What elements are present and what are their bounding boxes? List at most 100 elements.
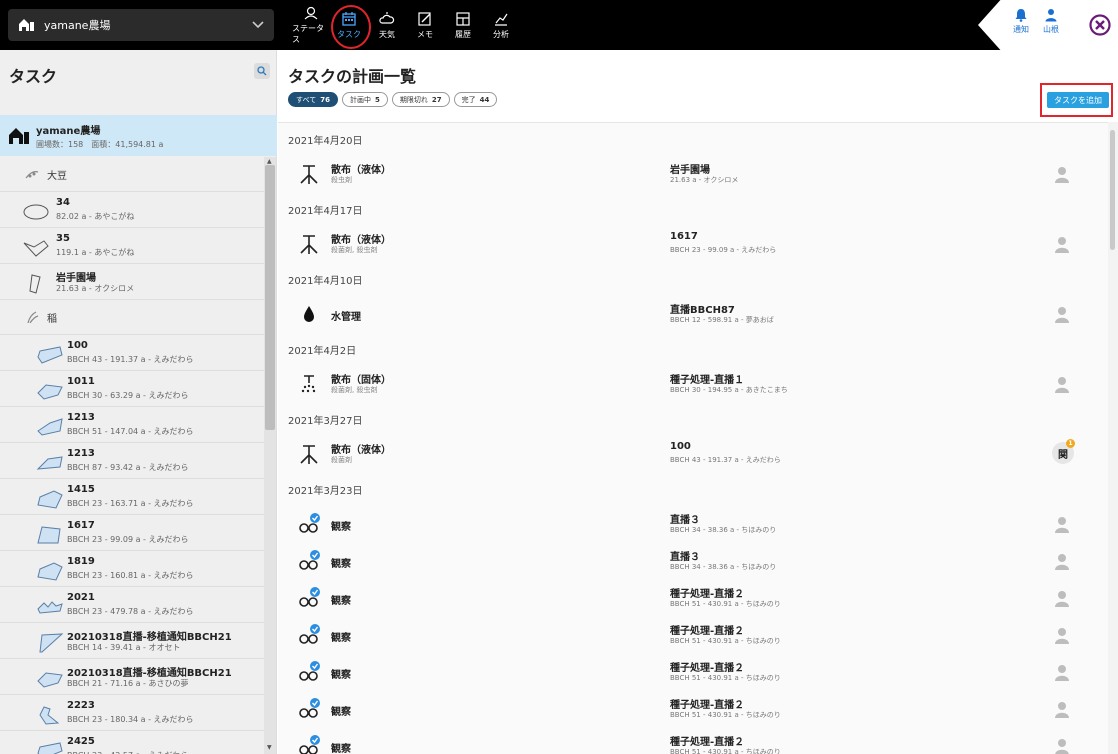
task-row[interactable]: 観察 種子処理-直播２ BBCH 51 - 430.91 a - ちほみのり: [278, 728, 1108, 754]
main-scrollbar[interactable]: [1108, 122, 1118, 754]
task-field-name: 1617: [670, 231, 698, 242]
task-row[interactable]: 散布（液体） 殺虫剤 岩手園場 21.63 a - オクシロメ: [278, 156, 1108, 193]
field-name: 1213: [67, 412, 95, 423]
nav-item-history[interactable]: 履歴: [444, 0, 482, 50]
field-list-item[interactable]: 2021 BBCH 23 - 479.78 a - えみだわら: [0, 587, 264, 623]
field-list-item[interactable]: 20210318直播-移植通知BBCH21 BBCH 21 - 71.16 a -…: [0, 659, 264, 695]
task-row[interactable]: 観察 種子処理-直播２ BBCH 51 - 430.91 a - ちほみのり: [278, 617, 1108, 654]
add-task-button[interactable]: タスクを追加: [1047, 92, 1109, 108]
nav-item-weather[interactable]: 天気: [368, 0, 406, 50]
field-name: 100: [67, 340, 88, 351]
scrollbar-thumb[interactable]: [265, 165, 275, 430]
user-menu-button[interactable]: 山根: [1036, 8, 1066, 35]
scroll-up-icon[interactable]: ▲: [267, 158, 272, 165]
farm-selector[interactable]: yamane農場: [8, 9, 274, 41]
task-name: 散布（固体）: [331, 375, 391, 386]
task-row[interactable]: 散布（液体） 殺菌剤, 殺虫剤 1617 BBCH 23 - 99.09 a - えみ…: [278, 226, 1108, 263]
field-details: BBCH 23 - 163.71 a - えみだわら: [67, 499, 194, 508]
person-icon[interactable]: [1054, 664, 1070, 682]
person-icon[interactable]: [1054, 553, 1070, 571]
task-row[interactable]: 散布（液体） 殺菌剤 100 BBCH 43 - 191.37 a - えみだわら 関 1: [278, 436, 1108, 473]
person-icon[interactable]: [1054, 590, 1070, 608]
task-row[interactable]: 観察 直播３ BBCH 34 - 38.36 a - ちほみのり: [278, 543, 1108, 580]
assignee-initial: 関: [1058, 449, 1068, 461]
person-icon[interactable]: [1054, 701, 1070, 719]
notifications-button[interactable]: 通知: [1006, 8, 1036, 35]
nav-item-task-calendar[interactable]: タスク: [330, 0, 371, 50]
field-list-item[interactable]: 34 82.02 a - あやこがね: [0, 192, 264, 228]
filter-chip[interactable]: 完了 44: [453, 92, 498, 107]
crop-name: 大豆: [47, 170, 67, 182]
field-list-item[interactable]: 1415 BBCH 23 - 163.71 a - えみだわら: [0, 479, 264, 515]
field-list-item[interactable]: 1617 BBCH 23 - 99.09 a - えみだわら: [0, 515, 264, 551]
field-shape-icon: [37, 526, 61, 544]
person-icon[interactable]: [1054, 306, 1070, 324]
field-list-item[interactable]: 20210318直播-移植通知BBCH21 BBCH 14 - 39.41 a -…: [0, 623, 264, 659]
scrollbar-thumb[interactable]: [1110, 130, 1115, 250]
field-list-item[interactable]: 1213 BBCH 51 - 147.04 a - えみだわら: [0, 407, 264, 443]
task-field-details: BBCH 34 - 38.36 a - ちほみのり: [670, 563, 777, 571]
crop-group-header[interactable]: 稲: [0, 300, 264, 335]
person-icon[interactable]: [1054, 166, 1070, 184]
person-icon[interactable]: [1054, 738, 1070, 754]
task-name: 観察: [331, 559, 351, 570]
app-logo-icon[interactable]: [1089, 14, 1111, 36]
filter-chips: すべて 76 計画中 5 期限切れ 27 完了 44: [288, 92, 498, 107]
weather-icon: [379, 11, 395, 24]
notifications-label: 通知: [1013, 25, 1029, 34]
field-list-item[interactable]: 1819 BBCH 23 - 160.81 a - えみだわら: [0, 551, 264, 587]
spray-liquid-icon: [300, 445, 318, 464]
person-icon[interactable]: [1054, 376, 1070, 394]
task-row[interactable]: 観察 直播３ BBCH 34 - 38.36 a - ちほみのり: [278, 506, 1108, 543]
soybean-icon: [25, 171, 39, 179]
assignee-avatar[interactable]: 関1: [1052, 439, 1075, 464]
task-row[interactable]: 観察 種子処理-直播２ BBCH 51 - 430.91 a - ちほみのり: [278, 691, 1108, 728]
field-list-item[interactable]: 1213 BBCH 87 - 93.42 a - えみだわら: [0, 443, 264, 479]
main-nav: ステータス タスク 天気 メモ 履歴 分析: [292, 0, 520, 50]
task-products: 殺菌剤: [331, 456, 352, 464]
crop-name: 稲: [47, 313, 57, 325]
person-icon[interactable]: [1054, 627, 1070, 645]
field-list-item[interactable]: 1011 BBCH 30 - 63.29 a - えみだわら: [0, 371, 264, 407]
field-list-item[interactable]: 2425 BBCH 23 - 42.57 a - えみだわら: [0, 731, 264, 754]
task-row[interactable]: 散布（固体） 殺菌剤, 殺虫剤 種子処理-直播１ BBCH 30 - 194.95 a…: [278, 366, 1108, 403]
task-row[interactable]: 観察 種子処理-直播２ BBCH 51 - 430.91 a - ちほみのり: [278, 580, 1108, 617]
date-header: 2021年4月20日: [288, 136, 363, 147]
field-details: BBCH 14 - 39.41 a - オオセト: [67, 643, 181, 652]
field-name: 20210318直播-移植通知BBCH21: [67, 632, 232, 643]
filter-chip[interactable]: 期限切れ 27: [391, 92, 450, 107]
field-details: BBCH 30 - 63.29 a - えみだわら: [67, 391, 189, 400]
person-icon[interactable]: [1054, 516, 1070, 534]
field-list-item[interactable]: 2223 BBCH 23 - 180.34 a - えみだわら: [0, 695, 264, 731]
task-row[interactable]: 水管理 直播BBCH87 BBCH 12 - 598.91 a - 夢あおば: [278, 296, 1108, 333]
nav-item-memo[interactable]: メモ: [406, 0, 444, 50]
user-label: 山根: [1043, 25, 1059, 34]
task-field-details: BBCH 43 - 191.37 a - えみだわら: [670, 456, 781, 464]
task-name: 散布（液体）: [331, 445, 391, 456]
spray-liquid-icon: [300, 165, 318, 184]
filter-chip[interactable]: すべて 76: [288, 92, 338, 107]
task-row[interactable]: 観察 種子処理-直播２ BBCH 51 - 430.91 a - ちほみのり: [278, 654, 1108, 691]
observe-icon: [299, 661, 320, 681]
nav-item-label: 分析: [493, 29, 509, 39]
task-field-name: 直播３: [670, 515, 700, 526]
field-list-item[interactable]: 岩手園場 21.63 a - オクシロメ: [0, 264, 264, 300]
analysis-icon: [495, 13, 508, 26]
field-list-item[interactable]: 100 BBCH 43 - 191.37 a - えみだわら: [0, 335, 264, 371]
person-icon[interactable]: [1054, 236, 1070, 254]
farm-card[interactable]: yamane農場 圃場数：158 面積：41,594.81 a: [0, 115, 277, 156]
filter-chip[interactable]: 計画中 5: [341, 92, 388, 107]
crop-group-header[interactable]: 大豆: [0, 157, 264, 192]
field-name: 岩手園場: [56, 273, 96, 284]
main-panel: タスクの計画一覧 すべて 76 計画中 5 期限切れ 27 完了 44 タスクを追加 2021…: [278, 50, 1118, 754]
nav-item-status[interactable]: ステータス: [292, 0, 330, 50]
farm-card-name: yamane農場: [36, 125, 101, 137]
sidebar-search-button[interactable]: [254, 63, 270, 79]
nav-item-label: 履歴: [455, 29, 471, 39]
nav-item-analysis[interactable]: 分析: [482, 0, 520, 50]
field-list-item[interactable]: 35 119.1 a - あやこがね: [0, 228, 264, 264]
assignee-count-badge: 1: [1066, 439, 1075, 448]
task-name: 観察: [331, 707, 351, 718]
sidebar-scrollbar[interactable]: ▲ ▼: [264, 157, 276, 754]
scroll-down-icon[interactable]: ▼: [267, 744, 272, 751]
